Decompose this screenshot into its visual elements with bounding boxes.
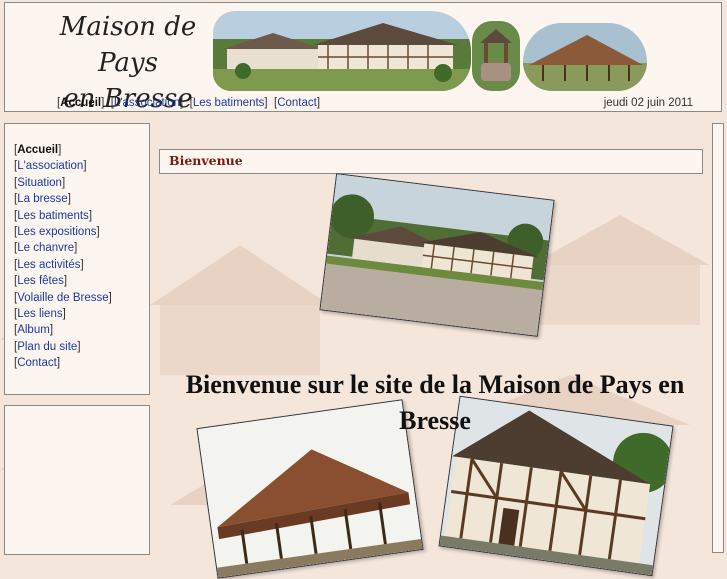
sidebar-menu: [Accueil] [L'association] [Situation] [L… <box>4 123 150 395</box>
topnav-item-contact[interactable]: Contact <box>277 97 317 109</box>
sidebar-item-plan: [Plan du site] <box>14 340 81 353</box>
site-title-line1: Maison de Pays <box>59 12 197 78</box>
sidebar-item-label[interactable]: Album <box>17 324 50 336</box>
sidebar-item-label[interactable]: Situation <box>17 177 62 189</box>
banner-photo-farmhouse <box>213 11 471 91</box>
sidebar-item-volaille: [Volaille de Bresse] <box>14 291 112 304</box>
sidebar-item-chanvre: [Le chanvre] <box>14 242 78 255</box>
banner-photo-halle <box>523 23 647 91</box>
sidebar-item-label[interactable]: Les activités <box>17 259 80 271</box>
sidebar-item-label[interactable]: Les liens <box>17 308 62 320</box>
sidebar-item-label[interactable]: Les batiments <box>17 210 89 222</box>
content-heading: Bienvenue <box>159 149 703 174</box>
topnav-item-association[interactable]: L'association <box>114 97 180 109</box>
sidebar-item-activites: [Les activités] <box>14 258 84 271</box>
sidebar-item-album: [Album] <box>14 324 54 337</box>
sidebar-item-label[interactable]: L'association <box>17 160 83 172</box>
site-header: Maison de Pays en Bresse [Accueil] [L'as… <box>4 2 722 114</box>
photo-farmhouse <box>319 173 555 337</box>
sidebar-item-accueil: [Accueil] <box>14 144 62 156</box>
top-navigation: [Accueil] [L'association] [Les batiments… <box>57 97 321 109</box>
right-side-panel <box>712 123 724 553</box>
welcome-heading: Bienvenue sur le site de la Maison de Pa… <box>185 370 685 435</box>
sidebar-item-liens: [Les liens] <box>14 308 66 321</box>
sidebar-item-label[interactable]: Accueil <box>17 144 58 156</box>
sidebar-secondary-box <box>4 405 150 555</box>
sidebar-item-batiments: [Les batiments] <box>14 209 93 222</box>
sidebar-item-label[interactable]: Le chanvre <box>17 242 74 254</box>
sidebar-item-contact: [Contact] <box>14 357 61 370</box>
sidebar-item-label[interactable]: Contact <box>17 357 57 369</box>
header-date: jeudi 02 juin 2011 <box>603 97 693 109</box>
sidebar-item-label[interactable]: Volaille de Bresse <box>17 292 108 304</box>
topnav-item-batiments[interactable]: Les batiments <box>193 97 265 109</box>
topnav-item-accueil[interactable]: Accueil <box>60 97 101 109</box>
sidebar-item-la-bresse: [La bresse] <box>14 193 71 206</box>
sidebar-item-label[interactable]: Plan du site <box>17 341 77 353</box>
sidebar-item-situation: [Situation] <box>14 176 66 189</box>
sidebar-item-fetes: [Les fêtes] <box>14 275 68 288</box>
sidebar-item-label[interactable]: Les expositions <box>17 226 96 238</box>
banner-photo-well <box>472 21 520 91</box>
sidebar-item-expositions: [Les expositions] <box>14 226 100 239</box>
sidebar-item-association: [L'association] <box>14 160 87 173</box>
sidebar-item-label[interactable]: La bresse <box>17 193 68 205</box>
sidebar-item-label[interactable]: Les fêtes <box>17 275 64 287</box>
